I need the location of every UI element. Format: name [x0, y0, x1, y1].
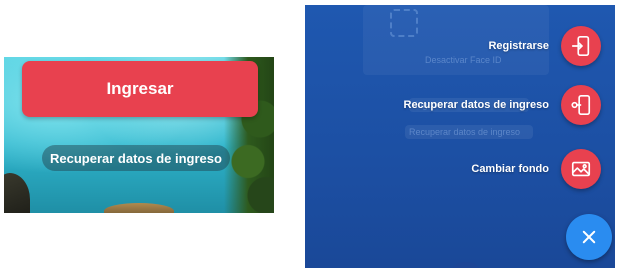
- menu-item-change-background[interactable]: Cambiar fondo: [471, 149, 601, 189]
- menu-item-recover[interactable]: Recuperar datos de ingreso: [403, 85, 601, 125]
- background-chip-recover: Recuperar datos de ingreso: [405, 125, 533, 139]
- close-menu-button[interactable]: [566, 214, 612, 260]
- login-screen-right: Desactivar Face ID Ingr... Recuperar dat…: [305, 5, 615, 268]
- rock-decoration-bottom: [104, 203, 174, 213]
- recover-credentials-link[interactable]: Recuperar datos de ingreso: [42, 145, 230, 171]
- login-screen-left: Ingresar Recuperar datos de ingreso: [4, 57, 274, 213]
- rock-decoration: [4, 173, 30, 213]
- faceid-icon: [390, 9, 418, 37]
- menu-item-change-background-label: Cambiar fondo: [471, 163, 549, 175]
- phone-login-icon[interactable]: [561, 26, 601, 66]
- background-element: [453, 262, 479, 268]
- image-icon[interactable]: [561, 149, 601, 189]
- phone-key-icon[interactable]: [561, 85, 601, 125]
- menu-item-register-label: Registrarse: [488, 40, 549, 52]
- login-button[interactable]: Ingresar: [22, 61, 258, 117]
- background-chip-recover-label: Recuperar datos de ingreso: [409, 127, 521, 137]
- menu-item-recover-label: Recuperar datos de ingreso: [403, 99, 550, 111]
- close-icon: [582, 230, 596, 244]
- menu-item-register[interactable]: Registrarse: [488, 26, 601, 66]
